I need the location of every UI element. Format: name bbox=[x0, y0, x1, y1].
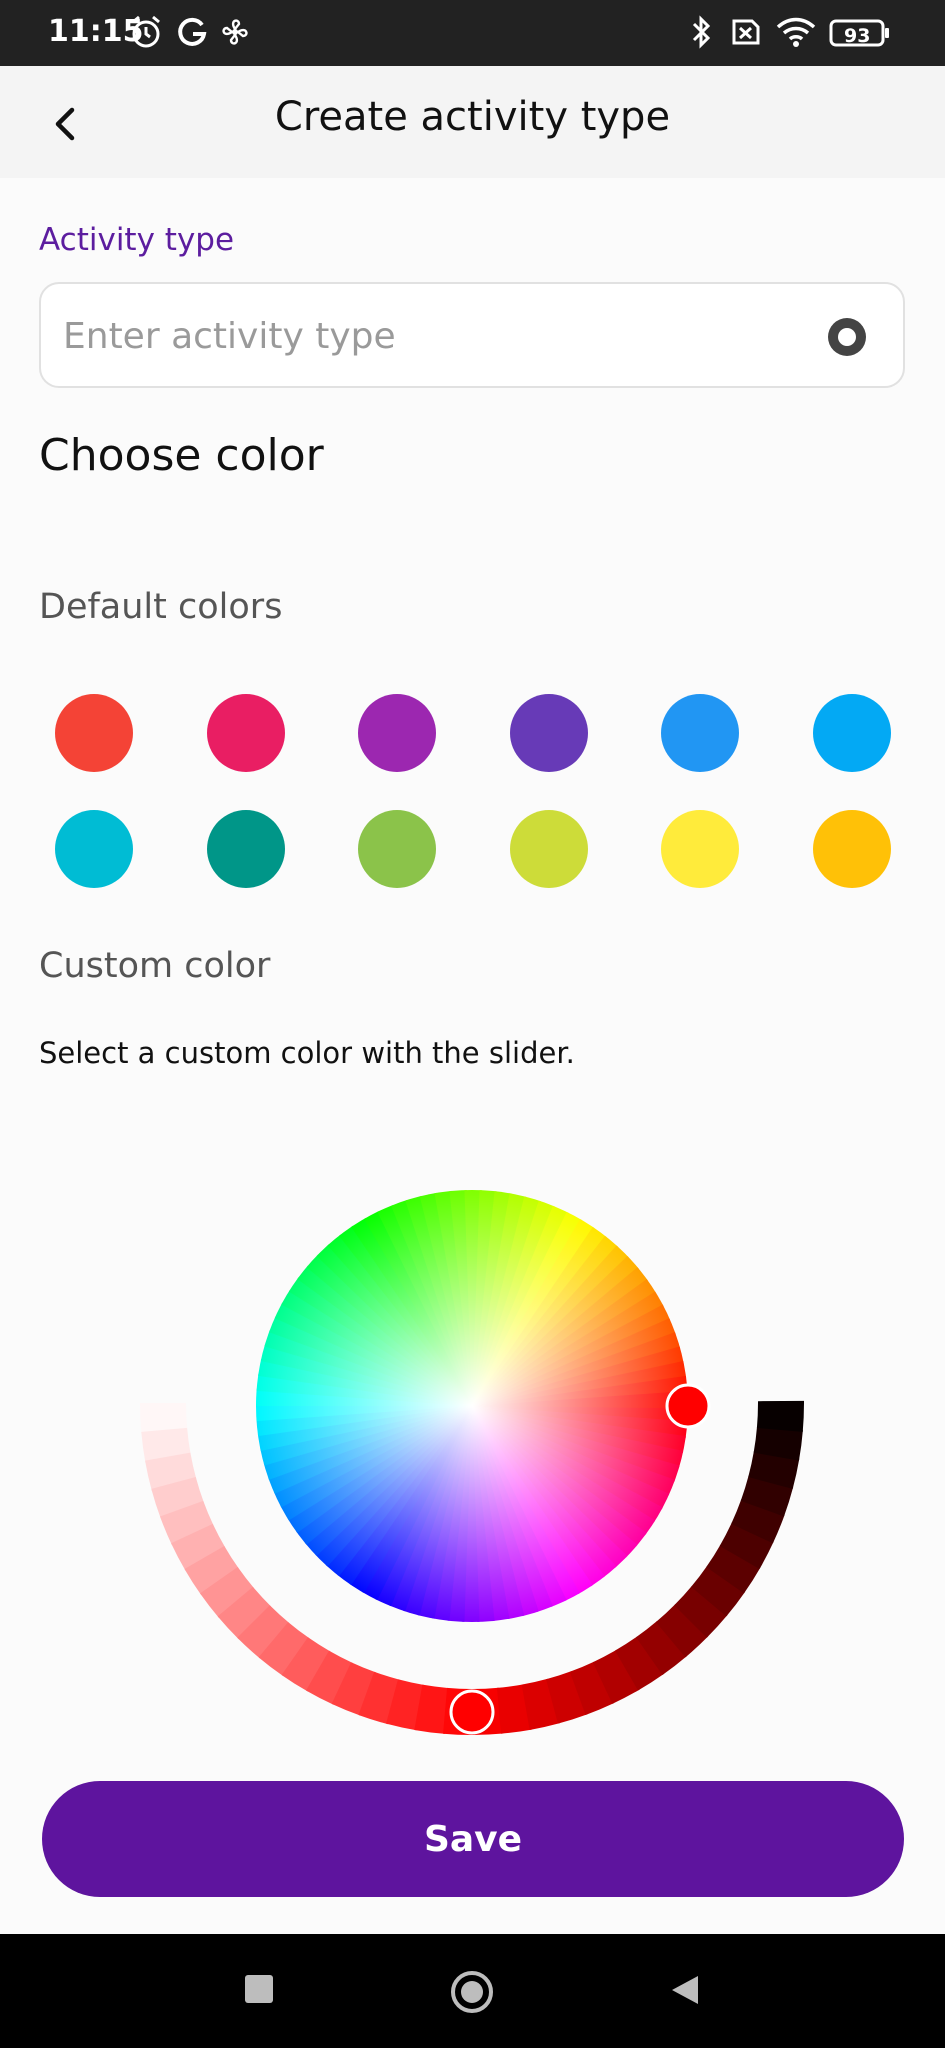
alarm-icon bbox=[132, 15, 160, 48]
activity-type-label: Activity type bbox=[39, 222, 235, 258]
color-swatch[interactable] bbox=[358, 694, 436, 772]
status-bar: 11:15 93 bbox=[0, 0, 945, 66]
activity-type-input[interactable] bbox=[61, 302, 825, 370]
shade-handle[interactable] bbox=[449, 1689, 495, 1735]
default-colors-heading: Default colors bbox=[39, 587, 283, 627]
color-swatch[interactable] bbox=[812, 810, 891, 888]
hue-wheel[interactable] bbox=[254, 1188, 690, 1624]
save-button[interactable]: Save bbox=[42, 1781, 904, 1897]
color-swatch[interactable] bbox=[661, 694, 739, 772]
color-swatch[interactable] bbox=[55, 694, 133, 772]
navigation-bar bbox=[0, 1934, 945, 2048]
home-icon[interactable] bbox=[451, 1971, 493, 2013]
back-icon[interactable] bbox=[668, 1972, 702, 2008]
color-swatch[interactable] bbox=[206, 810, 285, 888]
wifi-icon bbox=[776, 17, 816, 47]
hue-handle[interactable] bbox=[665, 1383, 711, 1429]
app-bar: Create activity type bbox=[0, 66, 945, 178]
google-icon bbox=[178, 17, 207, 46]
color-swatch[interactable] bbox=[509, 694, 588, 772]
color-swatch[interactable] bbox=[206, 694, 285, 772]
fan-icon bbox=[222, 19, 248, 45]
color-picker bbox=[0, 1150, 945, 1770]
radio-icon[interactable] bbox=[828, 318, 866, 356]
color-swatch[interactable] bbox=[55, 810, 133, 888]
no-sim-icon bbox=[732, 19, 760, 45]
bluetooth-icon bbox=[692, 15, 711, 49]
page-title: Create activity type bbox=[274, 94, 671, 140]
recents-icon[interactable] bbox=[245, 1975, 273, 2003]
color-swatch[interactable] bbox=[509, 810, 588, 888]
color-picker-graphic bbox=[140, 1188, 804, 1735]
choose-color-heading: Choose color bbox=[39, 430, 324, 481]
color-swatch[interactable] bbox=[661, 810, 739, 888]
custom-color-heading: Custom color bbox=[39, 946, 271, 986]
color-swatch[interactable] bbox=[812, 694, 891, 772]
color-swatch[interactable] bbox=[358, 810, 436, 888]
activity-type-field[interactable] bbox=[39, 282, 905, 388]
custom-color-description: Select a custom color with the slider. bbox=[39, 1036, 575, 1070]
battery-level: 93 bbox=[844, 25, 871, 47]
